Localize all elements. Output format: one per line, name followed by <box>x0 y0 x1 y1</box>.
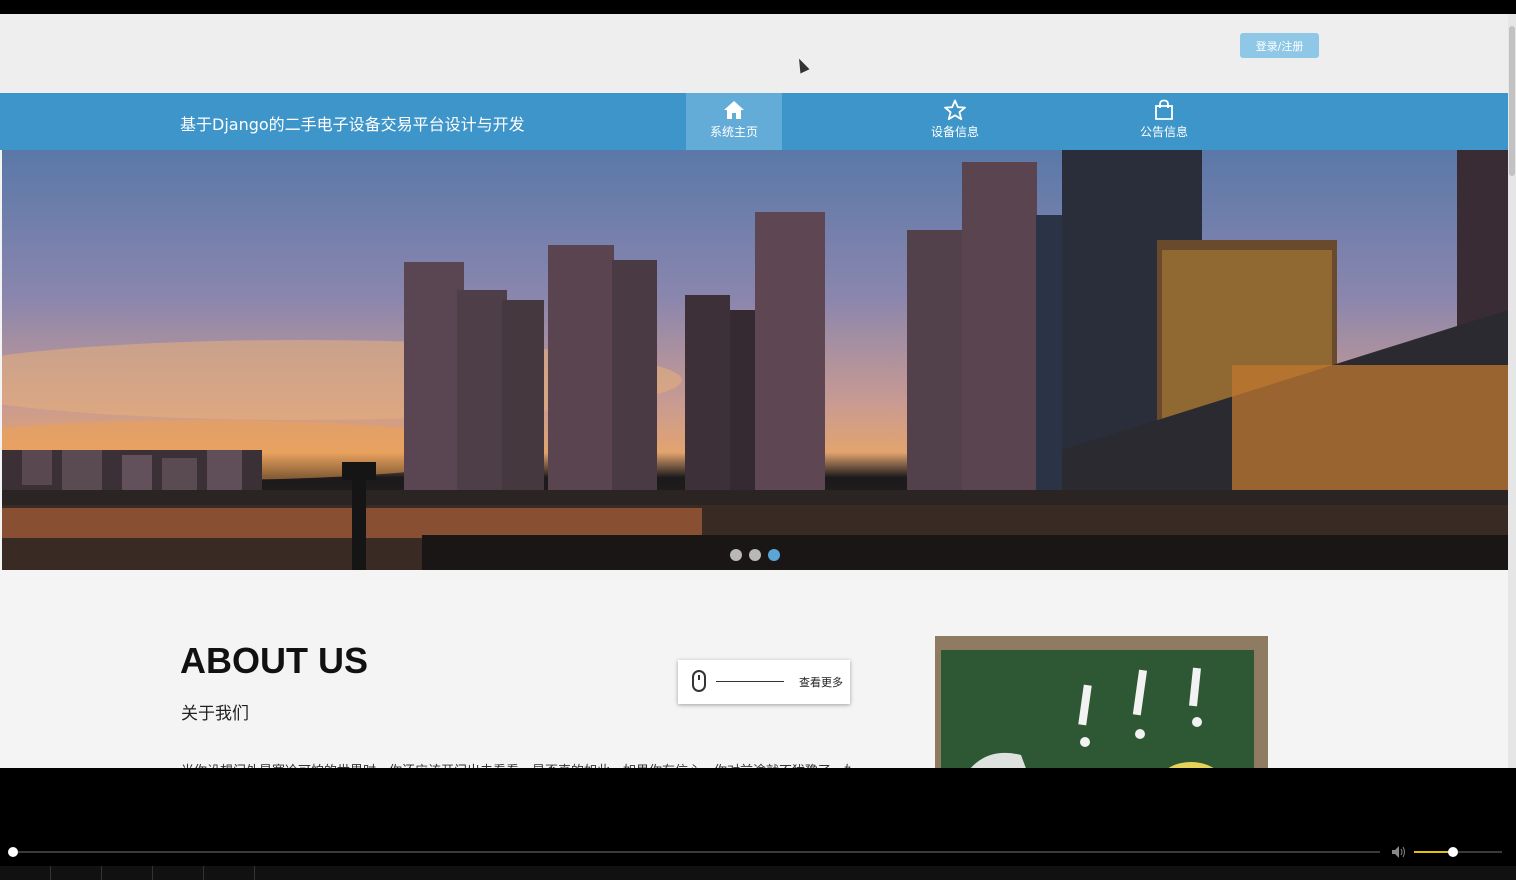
chalkboard-image <box>935 636 1268 768</box>
taskbar-strip <box>0 866 1516 880</box>
page-header: 登录/注册 <box>0 14 1508 93</box>
video-player-controls <box>0 768 1516 880</box>
view-more-label: 查看更多 <box>799 676 843 689</box>
progress-track[interactable] <box>14 851 1380 853</box>
login-register-button[interactable]: 登录/注册 <box>1240 33 1319 58</box>
divider-line <box>716 681 784 682</box>
view-more-button[interactable]: 查看更多 <box>678 660 850 704</box>
progress-knob[interactable] <box>8 847 18 857</box>
about-subtitle: 关于我们 <box>181 704 249 724</box>
carousel-dot-1[interactable] <box>730 549 742 561</box>
volume-icon[interactable] <box>1392 846 1406 858</box>
chalkboard-surface <box>941 650 1254 768</box>
taskbar-slot <box>153 866 204 880</box>
nav-item-devices[interactable]: 设备信息 <box>907 93 1003 150</box>
taskbar-slot <box>51 866 102 880</box>
taskbar-slot <box>204 866 255 880</box>
carousel-dot-3[interactable] <box>768 549 780 561</box>
mouse-icon <box>692 670 706 692</box>
mouse-cursor-icon <box>794 56 810 74</box>
about-title: ABOUT US <box>180 640 368 681</box>
volume-knob[interactable] <box>1448 847 1458 857</box>
nav-item-devices-label: 设备信息 <box>930 125 979 139</box>
vertical-scrollbar[interactable] <box>1508 14 1516 768</box>
carousel-dot-2[interactable] <box>749 549 761 561</box>
nav-item-home[interactable]: 系统主页 <box>686 93 782 150</box>
chalkboard-drawing <box>970 667 1214 768</box>
star-icon <box>944 99 966 121</box>
hero-carousel <box>2 150 1508 570</box>
nav-item-home-label: 系统主页 <box>709 125 758 139</box>
home-icon <box>724 101 744 119</box>
scrollbar-thumb[interactable] <box>1509 26 1515 176</box>
taskbar-slot <box>102 866 153 880</box>
about-text: 当你设想门外是寒冷可怕的世界时，你还应该开门出去看看，是否真的如此。如果你有信心… <box>181 760 851 768</box>
taskbar-slot <box>0 866 51 880</box>
window-top-bar <box>0 0 1516 14</box>
main-navbar: 基于Django的二手电子设备交易平台设计与开发 系统主页 设备信息 公告信息 <box>0 93 1508 150</box>
bag-icon <box>1155 99 1173 120</box>
nav-item-announcements-label: 公告信息 <box>1139 125 1188 139</box>
nav-item-announcements[interactable]: 公告信息 <box>1116 93 1212 150</box>
site-title: 基于Django的二手电子设备交易平台设计与开发 <box>180 115 525 134</box>
city-skyline-image <box>2 150 1508 570</box>
browser-viewport: 登录/注册 基于Django的二手电子设备交易平台设计与开发 系统主页 设备信息… <box>0 14 1508 768</box>
